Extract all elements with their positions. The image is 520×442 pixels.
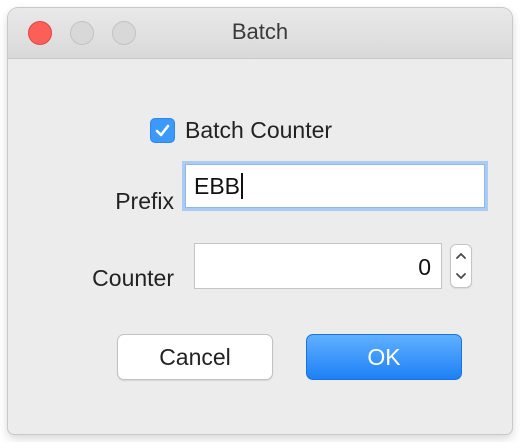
text-caret — [241, 173, 244, 199]
ok-button[interactable]: OK — [306, 334, 462, 380]
stepper-up-button[interactable] — [451, 245, 471, 266]
counter-label: Counter — [92, 265, 174, 291]
counter-field[interactable]: 0 — [194, 243, 442, 289]
window-title: Batch — [231, 19, 289, 44]
batch-counter-option[interactable]: Batch Counter — [150, 114, 332, 146]
batch-dialog: Batch Batch Counter Prefix EBB Counter 0… — [8, 8, 512, 434]
checkmark-icon — [155, 124, 170, 136]
title-bar[interactable]: Batch — [8, 8, 512, 59]
prefix-value: EBB — [194, 172, 241, 199]
counter-stepper[interactable] — [450, 244, 472, 288]
prefix-field[interactable]: EBB — [185, 164, 485, 208]
batch-counter-checkbox[interactable] — [150, 117, 175, 143]
chevron-down-icon — [456, 273, 466, 279]
chevron-up-icon — [456, 253, 466, 259]
batch-counter-label[interactable]: Batch Counter — [185, 117, 332, 144]
prefix-label: Prefix — [115, 188, 174, 214]
cancel-button[interactable]: Cancel — [117, 334, 273, 380]
stepper-down-button[interactable] — [451, 266, 471, 287]
